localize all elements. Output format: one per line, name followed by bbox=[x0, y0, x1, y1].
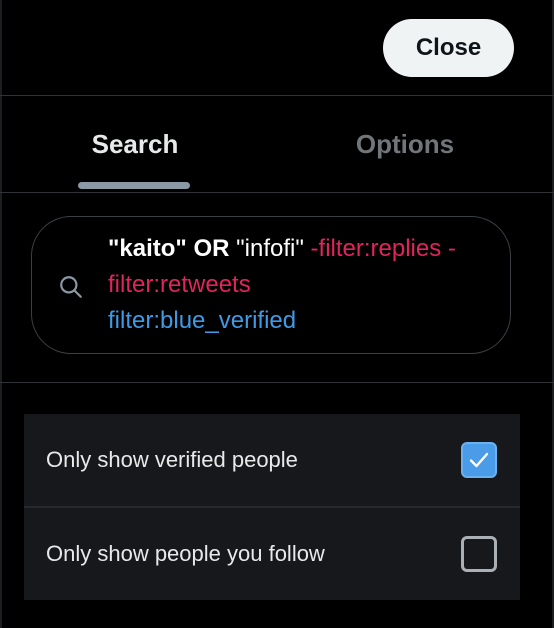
tab-search-label: Search bbox=[91, 128, 179, 159]
search-input[interactable]: "kaito" OR "infofi" -filter:replies -fil… bbox=[31, 216, 511, 354]
query-term-kaito: "kaito" bbox=[108, 235, 187, 262]
tab-search[interactable]: Search bbox=[0, 96, 270, 192]
verified-checkbox[interactable] bbox=[461, 442, 497, 478]
checkmark-icon bbox=[469, 452, 489, 468]
follow-checkbox[interactable] bbox=[461, 536, 497, 572]
active-tab-indicator bbox=[78, 182, 190, 189]
query-term-infofi: "infofi" bbox=[236, 235, 304, 262]
option-follow-label: Only show people you follow bbox=[46, 541, 325, 566]
search-divider bbox=[0, 382, 554, 383]
query-operator-or: OR bbox=[193, 235, 230, 262]
search-query-text[interactable]: "kaito" OR "infofi" -filter:replies -fil… bbox=[108, 231, 504, 339]
close-button[interactable]: Close bbox=[383, 19, 514, 77]
query-filter-replies: -filter:replies bbox=[310, 235, 442, 262]
query-filter-verified: filter:blue_verified bbox=[108, 307, 297, 334]
tabs-divider bbox=[0, 192, 554, 193]
search-options-panel: Close Search Options "kaito" OR "infofi"… bbox=[0, 0, 554, 628]
search-icon bbox=[60, 276, 82, 298]
tab-options[interactable]: Options bbox=[270, 96, 540, 192]
filter-options-list: Only show verified people Only show peop… bbox=[24, 414, 520, 600]
option-verified-people[interactable]: Only show verified people bbox=[24, 414, 520, 506]
tab-options-label: Options bbox=[355, 128, 455, 159]
option-verified-label: Only show verified people bbox=[46, 447, 298, 472]
option-people-you-follow[interactable]: Only show people you follow bbox=[24, 508, 520, 600]
